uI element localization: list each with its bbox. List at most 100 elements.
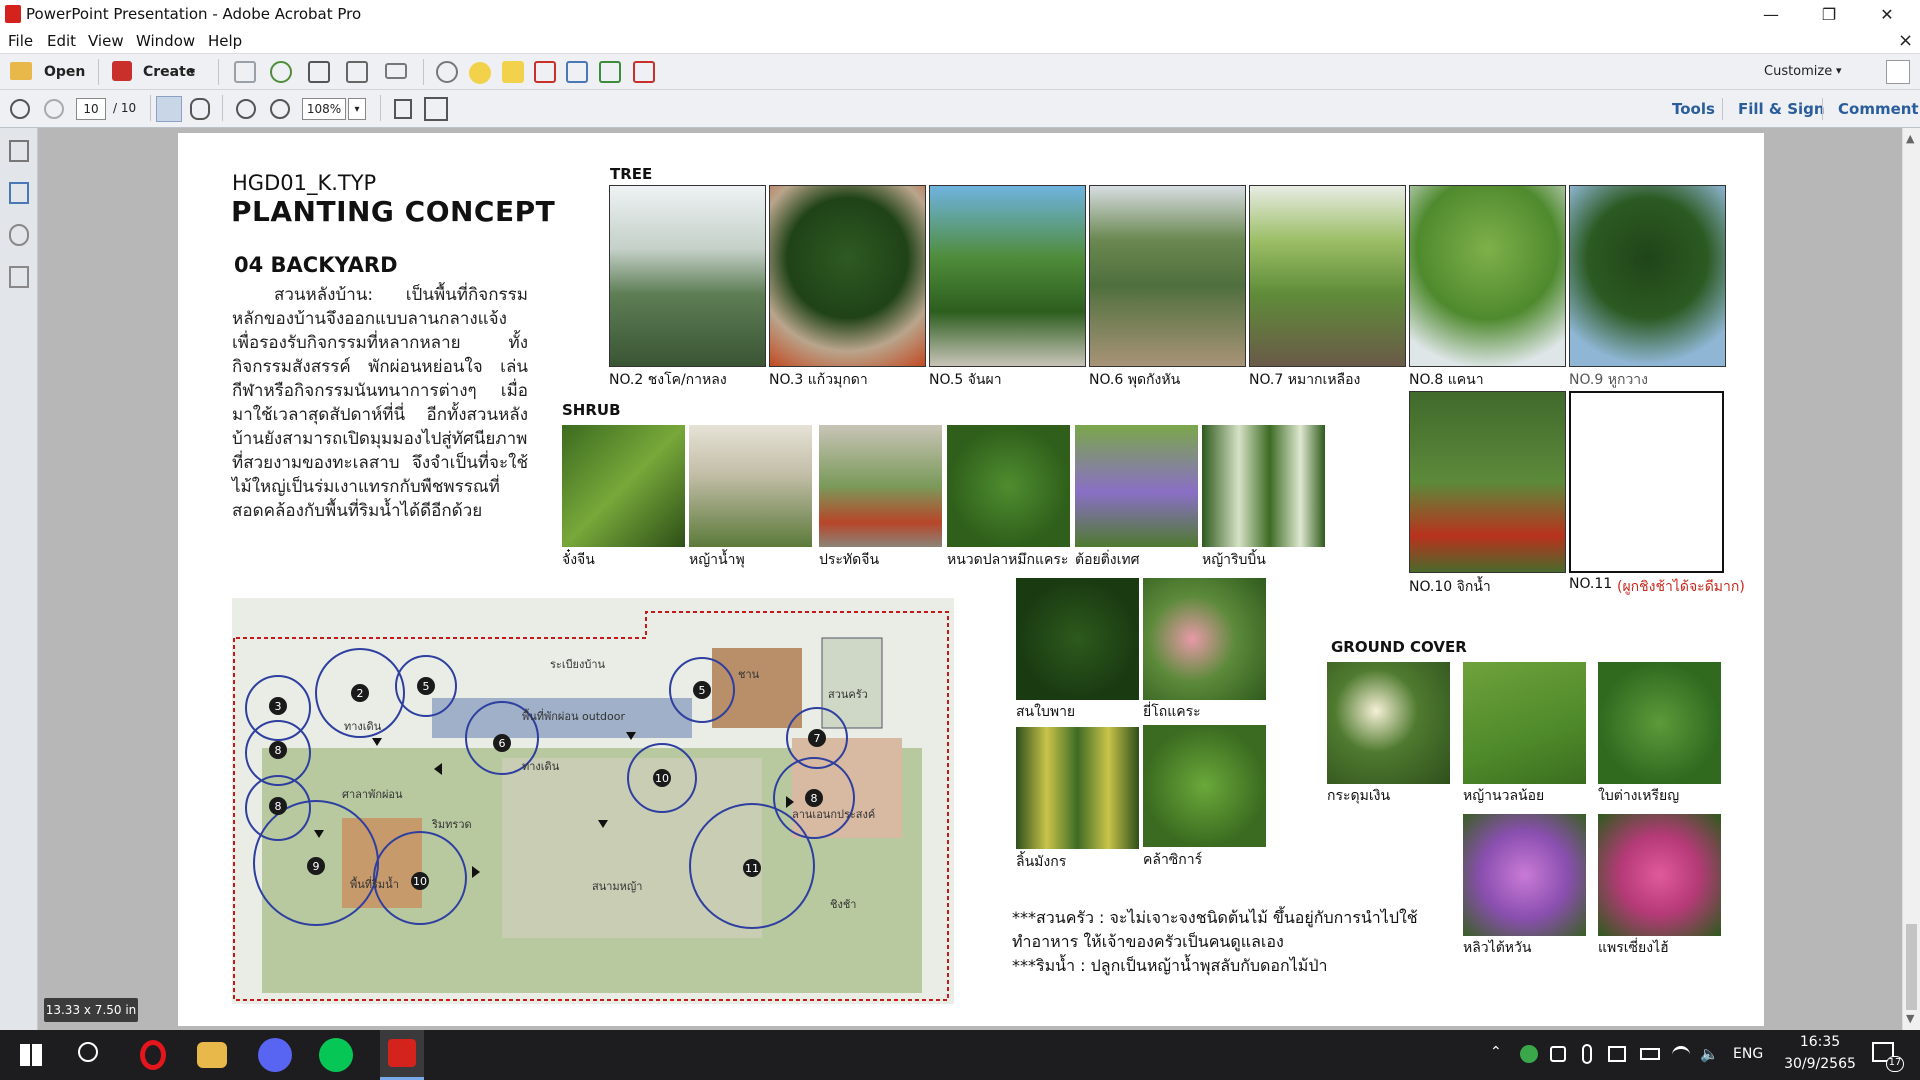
plan-marker-label: 5 xyxy=(423,680,430,693)
email-icon[interactable] xyxy=(385,63,407,79)
highlight-icon[interactable] xyxy=(502,61,524,83)
insert-page-icon[interactable] xyxy=(599,61,621,83)
fit-width-icon[interactable] xyxy=(394,99,412,119)
menu-edit[interactable]: Edit xyxy=(47,32,76,50)
waterside-area xyxy=(342,818,422,908)
hand-tool-icon[interactable] xyxy=(190,98,210,120)
plan-area-label: สวนครัว xyxy=(828,688,868,701)
signatures-icon[interactable] xyxy=(9,266,29,288)
note-waterside: ***ริมน้ำ : ปลูกเป็นหญ้าน้ำพุสลับกับดอกไ… xyxy=(1012,956,1328,975)
minimize-button[interactable]: — xyxy=(1742,0,1800,28)
display-icon[interactable] xyxy=(1608,1046,1626,1062)
plan-area-label: ระเบียงบ้าน xyxy=(550,658,606,671)
delete-page-icon[interactable] xyxy=(534,61,556,83)
plan-area-label: ศาลาพักผ่อน xyxy=(342,788,403,801)
tree-label-2: NO.2 ชงโค/กาหลง xyxy=(609,372,727,388)
microphone-icon[interactable] xyxy=(1582,1044,1592,1064)
plan-area-label: พื้นที่ริมน้ำ xyxy=(350,876,399,891)
discord-icon[interactable] xyxy=(258,1038,292,1072)
toolbar-separator xyxy=(150,95,151,121)
close-button[interactable]: ✕ xyxy=(1858,0,1916,28)
shrub-photo-1 xyxy=(562,425,685,547)
save-icon[interactable] xyxy=(234,61,256,83)
comment-bubble-icon[interactable] xyxy=(469,62,491,84)
next-page-icon[interactable] xyxy=(44,99,64,119)
menu-view[interactable]: View xyxy=(88,32,124,50)
menu-file[interactable]: File xyxy=(8,32,33,50)
customize-button[interactable]: Customize xyxy=(1764,64,1832,79)
windows-start-icon[interactable] xyxy=(20,1044,42,1066)
search-icon[interactable] xyxy=(78,1042,98,1062)
page-number-input[interactable]: 10 xyxy=(76,98,106,120)
expand-icon[interactable] xyxy=(1886,60,1910,84)
menu-help[interactable]: Help xyxy=(208,32,242,50)
zoom-dropdown-caret[interactable]: ▾ xyxy=(348,98,366,120)
scrollbar-thumb[interactable] xyxy=(1906,924,1917,1010)
upload-cloud-icon[interactable] xyxy=(270,61,292,83)
comment-pane-button[interactable]: Comment xyxy=(1838,100,1919,118)
ground-label-3: ใบต่างเหรียญ xyxy=(1598,788,1680,804)
tools-pane-button[interactable]: Tools xyxy=(1672,100,1715,118)
zoom-level-input[interactable]: 108% xyxy=(302,98,346,120)
scroll-up-arrow-icon[interactable]: ▲ xyxy=(1906,132,1914,145)
tree-photo-3 xyxy=(769,185,926,367)
site-plan: 2 3 5 5 6 7 8 8 8 9 10 10 11 ระเบียงบ้าน… xyxy=(232,598,954,1004)
wifi-icon[interactable] xyxy=(1672,1046,1690,1062)
plan-area-label: ลานเอนกประสงค์ xyxy=(792,808,875,821)
page-thumbnails-icon[interactable] xyxy=(9,140,29,162)
webcam-icon[interactable] xyxy=(1550,1046,1566,1062)
battery-icon[interactable] xyxy=(1640,1048,1660,1060)
input-language-indicator[interactable]: ENG xyxy=(1733,1046,1763,1062)
create-dropdown-caret[interactable]: ▾ xyxy=(189,64,195,78)
zoom-in-icon[interactable] xyxy=(270,99,290,119)
document-close-button[interactable]: × xyxy=(1898,30,1913,51)
fit-page-icon[interactable] xyxy=(424,97,448,121)
file-explorer-icon[interactable] xyxy=(197,1042,227,1068)
line-app-icon[interactable] xyxy=(319,1038,353,1072)
volume-icon[interactable]: 🔈 xyxy=(1700,1045,1719,1063)
wood-deck-area xyxy=(712,648,802,728)
toolbar-separator xyxy=(218,59,219,85)
attachments-paperclip-icon[interactable] xyxy=(9,224,29,246)
opera-browser-icon[interactable] xyxy=(136,1038,170,1072)
section-title: 04 BACKYARD xyxy=(234,253,398,277)
tree-label-6: NO.6 พุดกังหัน xyxy=(1089,372,1181,388)
shrub2-photo-4 xyxy=(1143,725,1266,847)
ground-photo-1 xyxy=(1327,662,1450,784)
tree-photo-7 xyxy=(1249,185,1406,367)
title-bar: PowerPoint Presentation - Adobe Acrobat … xyxy=(0,0,1920,28)
tree-photo-2 xyxy=(609,185,766,367)
scroll-down-arrow-icon[interactable]: ▼ xyxy=(1906,1012,1914,1025)
plan-area-label: ทางเดิน xyxy=(522,760,560,773)
extract-page-icon[interactable] xyxy=(566,61,588,83)
shrub2-photo-2 xyxy=(1143,578,1266,700)
acrobat-taskbar-button[interactable] xyxy=(380,1030,424,1080)
select-cursor-icon[interactable] xyxy=(156,96,182,122)
security-shield-icon[interactable] xyxy=(1520,1045,1538,1063)
tree-photo-5 xyxy=(929,185,1086,367)
page-size-badge: 13.33 x 7.50 in xyxy=(44,998,138,1022)
maximize-button[interactable]: ❐ xyxy=(1800,0,1858,28)
previous-page-icon[interactable] xyxy=(10,99,30,119)
customize-dropdown-caret[interactable]: ▾ xyxy=(1836,64,1842,77)
show-hidden-icons-chevron-icon[interactable]: ⌃ xyxy=(1490,1044,1502,1060)
print-icon[interactable] xyxy=(308,61,330,83)
create-button[interactable]: Create xyxy=(143,64,195,80)
menu-window[interactable]: Window xyxy=(136,32,195,50)
vertical-scrollbar[interactable]: ▲ ▼ xyxy=(1902,128,1920,1030)
tree-photo-9 xyxy=(1569,185,1726,367)
open-button[interactable]: Open xyxy=(44,64,85,80)
plan-marker-label: 5 xyxy=(699,684,706,697)
bookmarks-icon[interactable] xyxy=(9,182,29,204)
tree-label-11: NO.11 xyxy=(1569,576,1613,592)
clock-date[interactable]: 30/9/2565 xyxy=(1780,1056,1860,1072)
clock-time[interactable]: 16:35 xyxy=(1780,1034,1860,1050)
settings-gear-icon[interactable] xyxy=(436,61,458,83)
tree-photo-11-placeholder xyxy=(1569,391,1724,573)
fill-sign-pane-button[interactable]: Fill & Sign xyxy=(1738,100,1825,118)
ground-photo-5 xyxy=(1598,814,1721,936)
edit-icon[interactable] xyxy=(346,61,368,83)
tree-label-5: NO.5 จันผา xyxy=(929,372,1002,388)
replace-page-icon[interactable] xyxy=(633,61,655,83)
zoom-out-icon[interactable] xyxy=(236,99,256,119)
